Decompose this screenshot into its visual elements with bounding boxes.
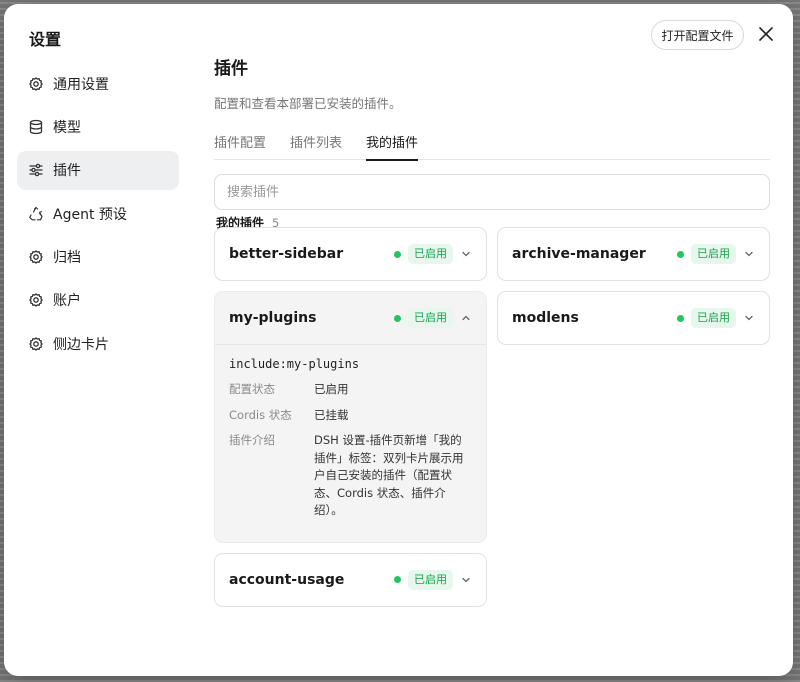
tab-my-plugins[interactable]: 我的插件 bbox=[366, 130, 419, 161]
database-icon bbox=[27, 118, 45, 136]
card-header[interactable]: account-usage 已启用 bbox=[215, 554, 486, 606]
search-input[interactable] bbox=[214, 174, 770, 210]
sidebar-item-archive[interactable]: 归档 bbox=[17, 238, 179, 277]
sidebar-item-side-cards[interactable]: 侧边卡片 bbox=[17, 324, 179, 363]
detail-key: 配置状态 bbox=[229, 382, 275, 396]
sidebar-item-label: 归档 bbox=[53, 250, 81, 267]
sidebar-item-label: 侧边卡片 bbox=[53, 336, 109, 353]
detail-value: 已挂载 bbox=[314, 407, 349, 422]
plugin-name: archive-manager bbox=[512, 246, 646, 262]
include-path: include:my-plugins bbox=[229, 357, 360, 371]
chevron-down-icon[interactable] bbox=[460, 574, 472, 586]
plugin-name: modlens bbox=[512, 310, 579, 326]
tab-plugin-config[interactable]: 插件配置 bbox=[214, 130, 266, 160]
status-badge: 已启用 bbox=[691, 308, 736, 328]
status-badge: 已启用 bbox=[691, 244, 736, 264]
tab-plugin-list[interactable]: 插件列表 bbox=[290, 130, 342, 160]
sidebar-item-label: Agent 预设 bbox=[53, 206, 127, 223]
detail-value: DSH 设置-插件页新增「我的插件」标签：双列卡片展示用户自己安装的插件（配置状… bbox=[314, 433, 464, 517]
plugin-card-better-sidebar[interactable]: better-sidebar 已启用 bbox=[214, 227, 487, 281]
sidebar-item-general[interactable]: 通用设置 bbox=[17, 64, 179, 103]
card-header[interactable]: modlens 已启用 bbox=[498, 292, 769, 344]
sidebar-item-account[interactable]: 账户 bbox=[17, 281, 179, 320]
detail-row: 插件介绍 DSH 设置-插件页新增「我的插件」标签：双列卡片展示用户自己安装的插… bbox=[229, 432, 472, 520]
card-header[interactable]: my-plugins 已启用 bbox=[215, 292, 486, 344]
recycle-icon bbox=[27, 205, 45, 223]
status-dot bbox=[677, 314, 684, 322]
detail-row: Cordis 状态 已挂载 bbox=[229, 407, 472, 425]
gear-icon bbox=[27, 75, 45, 93]
detail-key: Cordis 状态 bbox=[229, 407, 292, 422]
sidebar-item-label: 模型 bbox=[53, 119, 81, 136]
detail-value: 已启用 bbox=[314, 382, 349, 396]
card-header[interactable]: better-sidebar 已启用 bbox=[215, 228, 486, 280]
gear-icon bbox=[27, 248, 45, 266]
page-title: 插件 bbox=[214, 59, 248, 79]
close-icon[interactable] bbox=[756, 24, 776, 44]
sidebar-item-agent-presets[interactable]: Agent 预设 bbox=[17, 194, 179, 233]
card-header[interactable]: archive-manager 已启用 bbox=[498, 228, 769, 280]
status-badge: 已启用 bbox=[408, 569, 453, 590]
plugin-card-account-usage[interactable]: account-usage 已启用 bbox=[214, 552, 487, 607]
plugin-name: account-usage bbox=[229, 571, 345, 588]
status-badge: 已启用 bbox=[408, 308, 453, 328]
chevron-down-icon[interactable] bbox=[743, 312, 755, 324]
settings-dialog: 设置 打开配置文件 通用设置 模型 插件 Agent 预设 归档 账户 侧边卡片… bbox=[4, 4, 793, 676]
detail-key: 插件介绍 bbox=[229, 433, 275, 447]
tab-bar: 插件配置 插件列表 我的插件 bbox=[214, 130, 770, 161]
sidebar-item-label: 账户 bbox=[53, 293, 81, 310]
gear-icon bbox=[27, 291, 45, 309]
gear-icon bbox=[27, 335, 45, 353]
sliders-icon bbox=[27, 161, 45, 179]
page-description: 配置和查看本部署已安装的插件。 bbox=[214, 96, 402, 111]
plugin-card-archive-manager[interactable]: archive-manager 已启用 bbox=[497, 227, 770, 281]
sidebar-item-label: 插件 bbox=[53, 163, 81, 180]
status-dot bbox=[394, 576, 401, 583]
chevron-down-icon[interactable] bbox=[460, 248, 472, 260]
plugin-column-left: better-sidebar 已启用 my-plugins 已启用 includ… bbox=[214, 227, 487, 617]
plugin-name: better-sidebar bbox=[229, 246, 344, 262]
sidebar: 通用设置 模型 插件 Agent 预设 归档 账户 侧边卡片 bbox=[17, 64, 179, 368]
sidebar-item-models[interactable]: 模型 bbox=[17, 107, 179, 146]
main-content: 插件 配置和查看本部署已安装的插件。 插件配置 插件列表 我的插件 我的插件 5 bbox=[214, 54, 770, 230]
plugin-card-modlens[interactable]: modlens 已启用 bbox=[497, 291, 770, 345]
status-dot bbox=[394, 250, 401, 258]
card-details: include:my-plugins 配置状态 已启用 Cordis 状态 已挂… bbox=[215, 344, 486, 542]
chevron-up-icon[interactable] bbox=[460, 312, 472, 324]
open-config-button[interactable]: 打开配置文件 bbox=[651, 20, 744, 50]
status-dot bbox=[677, 250, 684, 258]
status-dot bbox=[394, 314, 401, 322]
sidebar-item-plugins[interactable]: 插件 bbox=[17, 150, 179, 190]
detail-row: 配置状态 已启用 bbox=[229, 381, 472, 399]
sidebar-item-label: 通用设置 bbox=[53, 76, 109, 93]
chevron-down-icon[interactable] bbox=[743, 248, 755, 260]
plugin-card-my-plugins[interactable]: my-plugins 已启用 include:my-plugins 配置状态 已… bbox=[214, 291, 487, 543]
dialog-title: 设置 bbox=[29, 30, 62, 49]
plugin-name: my-plugins bbox=[229, 310, 317, 326]
status-badge: 已启用 bbox=[408, 244, 453, 264]
plugin-column-right: archive-manager 已启用 modlens 已启用 bbox=[497, 227, 770, 355]
